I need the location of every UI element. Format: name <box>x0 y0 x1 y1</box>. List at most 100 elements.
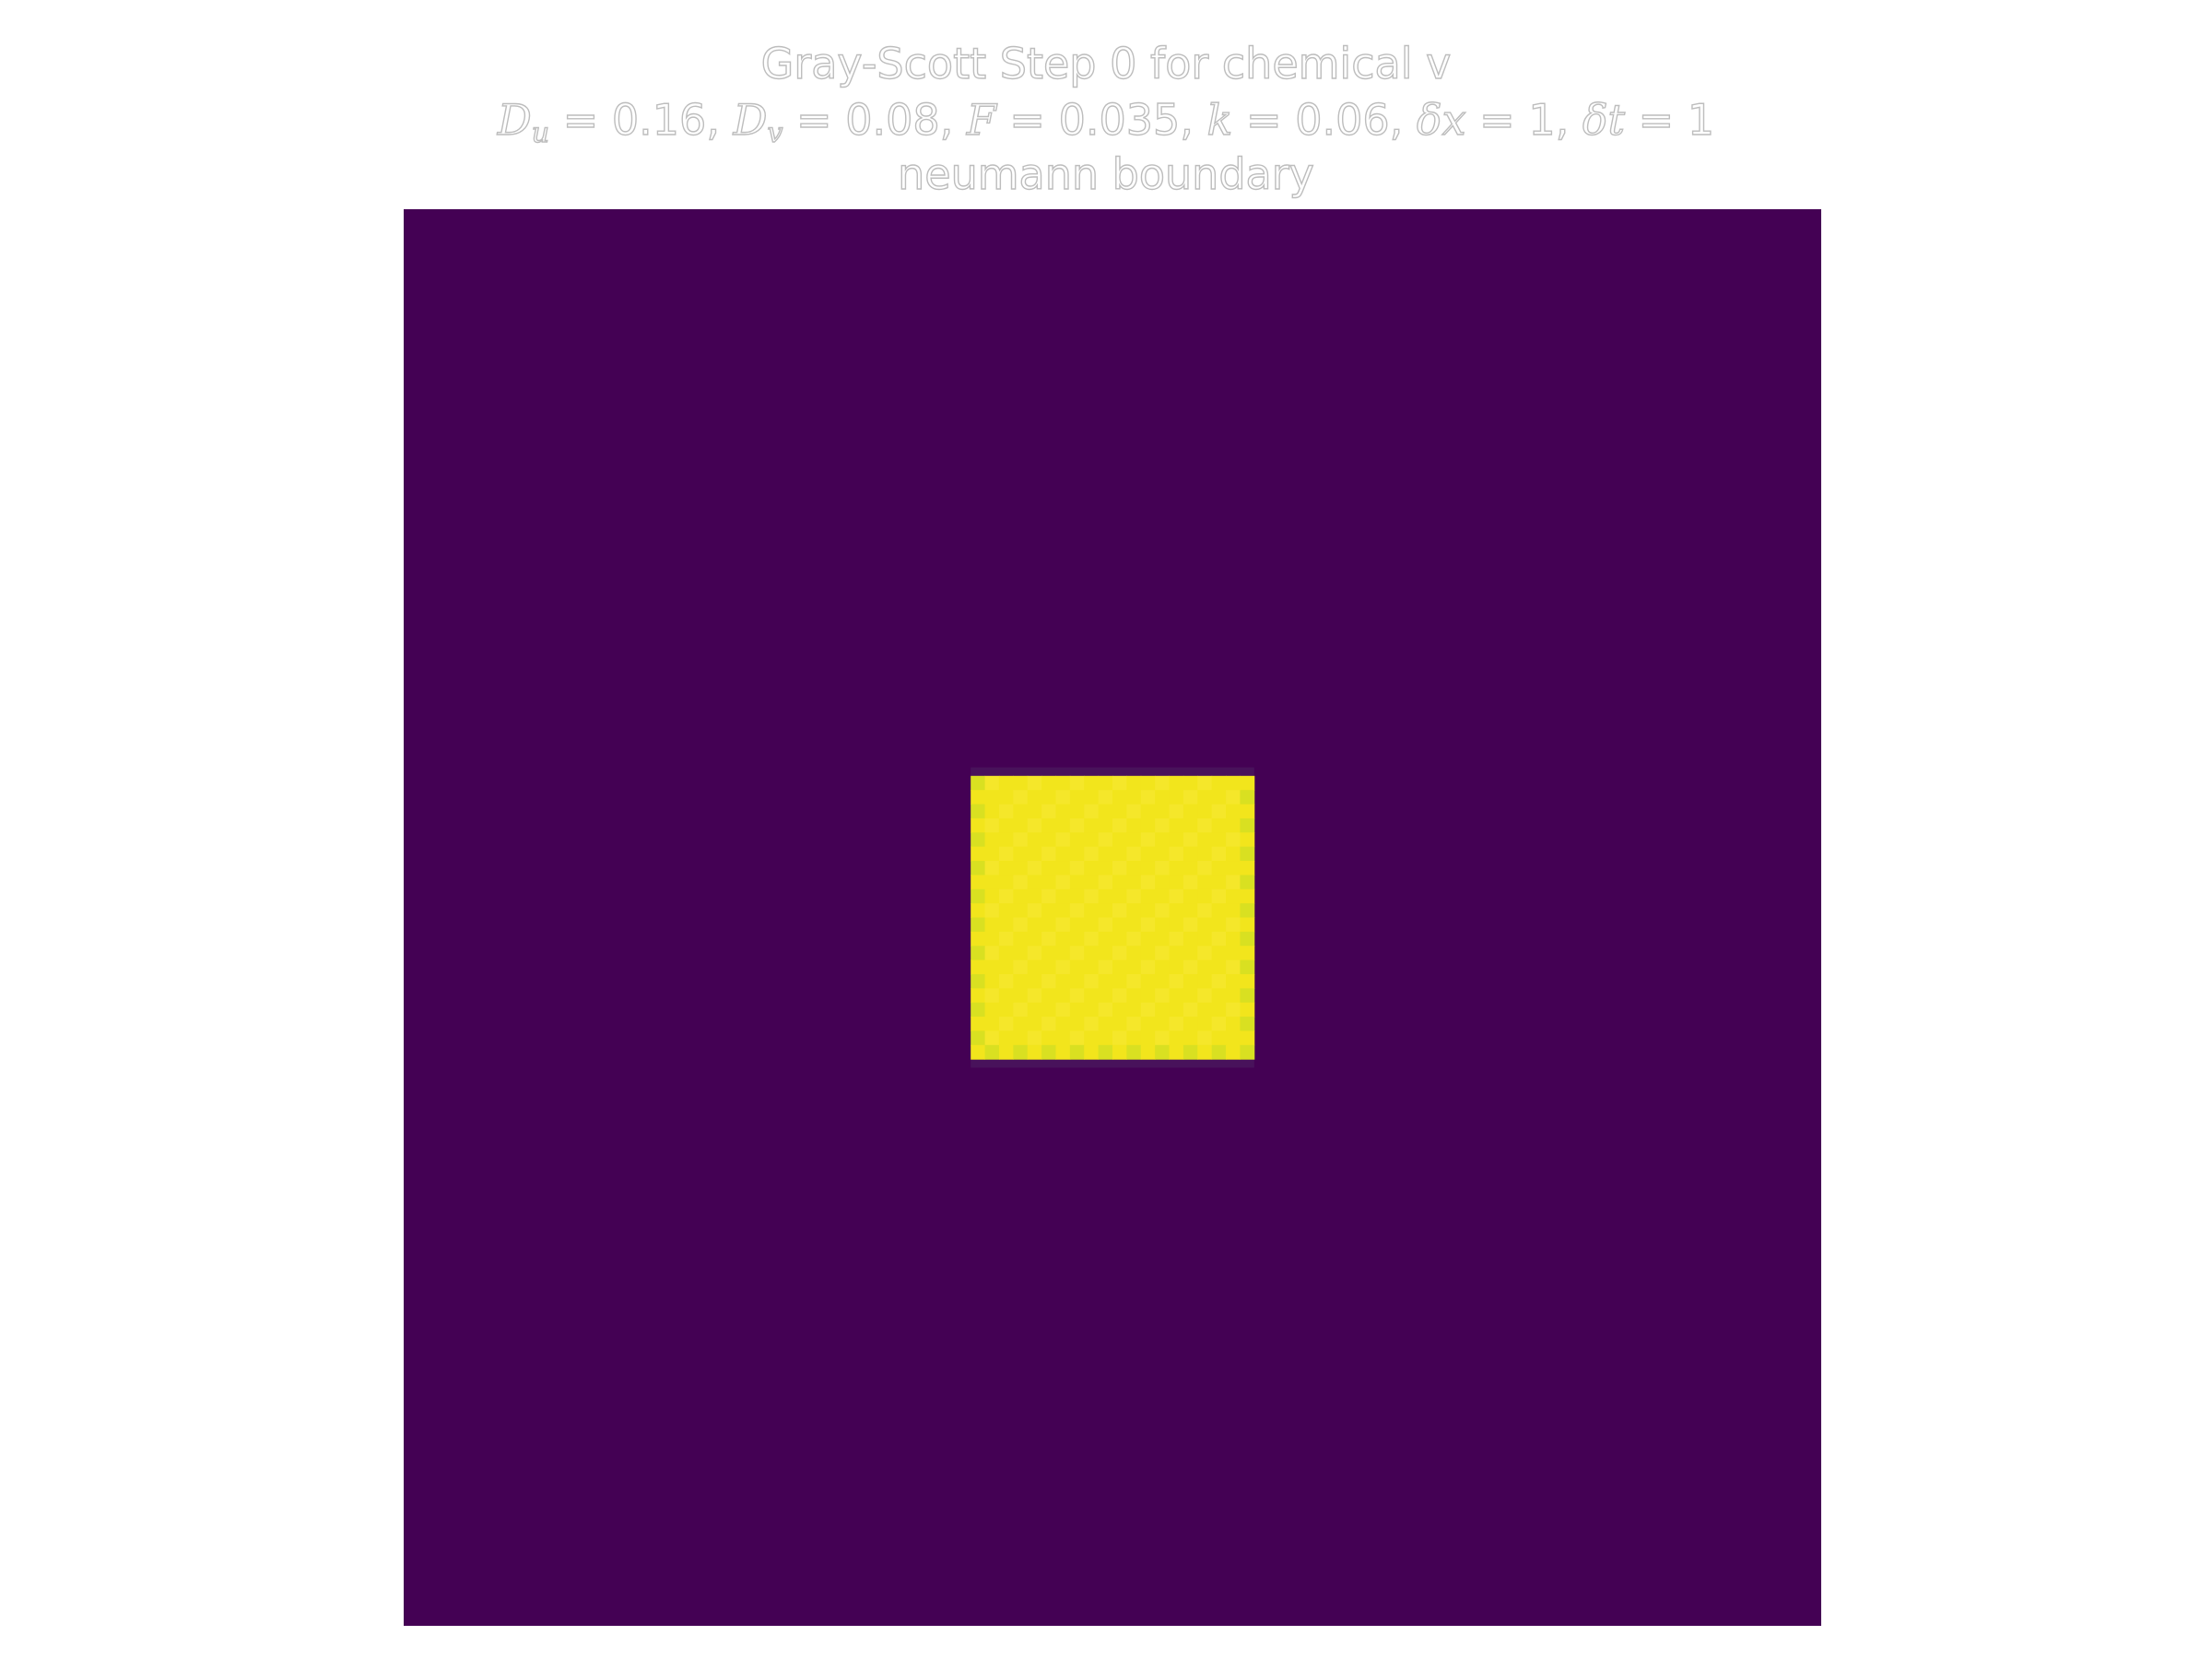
heatmap-cell <box>1182 946 1198 961</box>
heatmap-cell <box>1211 917 1227 933</box>
heatmap-cell <box>1155 917 1171 933</box>
heatmap-cell <box>1155 1030 1171 1046</box>
heatmap-cell <box>1140 903 1156 918</box>
heatmap-cell <box>998 818 1014 833</box>
heatmap-cell <box>1112 832 1127 848</box>
heatmap-cell <box>1140 1044 1156 1060</box>
heatmap-cell <box>1126 832 1142 848</box>
heatmap-cell <box>971 946 986 961</box>
heatmap-cell <box>1069 1044 1085 1060</box>
heatmap-cell <box>1055 903 1071 918</box>
heatmap-cell <box>1069 804 1085 819</box>
heatmap-cell <box>1041 818 1056 833</box>
heatmap-cell <box>1182 804 1198 819</box>
heatmap-cell <box>1197 775 1213 791</box>
heatmap-cell <box>1140 917 1156 933</box>
heatmap-cell <box>1098 959 1113 975</box>
heatmap-cell <box>1226 946 1241 961</box>
heatmap-cell <box>1169 804 1184 819</box>
heatmap-cell <box>971 875 986 890</box>
heatmap-cell <box>1112 875 1127 890</box>
heatmap-cell <box>1098 988 1113 1004</box>
heatmap-cell <box>1098 1017 1113 1031</box>
heatmap-cell <box>1197 1044 1213 1060</box>
heatmap-cell <box>971 959 986 975</box>
heatmap-cell <box>1055 1030 1071 1046</box>
heatmap-cell <box>1226 1017 1241 1031</box>
heatmap-cell <box>984 846 1000 862</box>
heatmap-cell <box>1013 1002 1029 1018</box>
heatmap-cell <box>1013 1030 1029 1046</box>
heatmap-cell <box>1084 790 1100 806</box>
heatmap-cell <box>1226 875 1241 890</box>
heatmap-cell <box>998 875 1014 890</box>
heatmap-cell <box>1226 959 1241 975</box>
heatmap-cell <box>984 1017 1000 1031</box>
heatmap-cell <box>1013 875 1029 890</box>
heatmap-cell <box>1240 946 1255 961</box>
heatmap-cell <box>1182 888 1198 904</box>
heatmap-cell <box>1112 1002 1127 1018</box>
heatmap-cell <box>1069 973 1085 989</box>
heatmap-cell <box>1197 973 1213 989</box>
heatmap-cell <box>1182 959 1198 975</box>
heatmap-cell <box>971 1030 986 1046</box>
heatmap-cell <box>1240 1017 1255 1031</box>
heatmap-cell <box>1112 917 1127 933</box>
heatmap-cell <box>984 832 1000 848</box>
heatmap-cell <box>1182 917 1198 933</box>
heatmap-cell <box>971 1017 986 1031</box>
heatmap-cell <box>1211 1030 1227 1046</box>
heatmap-cell <box>1084 888 1100 904</box>
heatmap-cell <box>1069 988 1085 1004</box>
heatmap-cell <box>1140 946 1156 961</box>
heatmap-cell <box>1027 1002 1042 1018</box>
heatmap-cell <box>1027 818 1042 833</box>
heatmap-cell <box>1240 861 1255 876</box>
heatmap-cell <box>1197 846 1213 862</box>
heatmap-cell <box>1197 1002 1213 1018</box>
heatmap-cell <box>998 973 1014 989</box>
heatmap-cell <box>1240 888 1255 904</box>
heatmap-cell <box>1197 988 1213 1004</box>
heatmap-cell <box>998 888 1014 904</box>
heatmap-cell <box>1013 988 1029 1004</box>
heatmap-cell <box>998 931 1014 947</box>
heatmap-cell <box>971 1044 986 1060</box>
heatmap-cell <box>1197 818 1213 833</box>
heatmap-cell <box>1013 888 1029 904</box>
heatmap-cell <box>1112 973 1127 989</box>
heatmap-cell <box>1112 1017 1127 1031</box>
heatmap-cell <box>1211 790 1227 806</box>
heatmap-cell <box>1126 818 1142 833</box>
heatmap-cell <box>971 846 986 862</box>
heatmap-cell <box>1140 804 1156 819</box>
heatmap-cell <box>1069 917 1085 933</box>
heatmap-cell <box>1211 1044 1227 1060</box>
heatmap-cell <box>1211 988 1227 1004</box>
heatmap-cell <box>1182 1002 1198 1018</box>
heatmap-cell <box>1197 832 1213 848</box>
heatmap-cell <box>1041 931 1056 947</box>
heatmap-cell <box>1155 804 1171 819</box>
heatmap-cell <box>1098 917 1113 933</box>
heatmap-cell <box>1098 861 1113 876</box>
heatmap-cell <box>1211 973 1227 989</box>
heatmap-cell <box>1098 946 1113 961</box>
heatmap-cell <box>998 1044 1014 1060</box>
heatmap-cell <box>971 988 986 1004</box>
heatmap-cell <box>1069 946 1085 961</box>
heatmap-cell <box>1169 959 1184 975</box>
heatmap-cell <box>1197 1030 1213 1046</box>
heatmap-cell <box>1182 832 1198 848</box>
heatmap-cell <box>1055 1002 1071 1018</box>
heatmap-cell <box>1041 861 1056 876</box>
heatmap-cell <box>998 959 1014 975</box>
heatmap-cell <box>1055 888 1071 904</box>
heatmap-cell <box>1027 988 1042 1004</box>
heatmap-cell <box>1240 1044 1255 1060</box>
heatmap-cell <box>998 946 1014 961</box>
heatmap-cell <box>1013 790 1029 806</box>
heatmap-cell <box>984 818 1000 833</box>
heatmap-cell <box>1041 790 1056 806</box>
